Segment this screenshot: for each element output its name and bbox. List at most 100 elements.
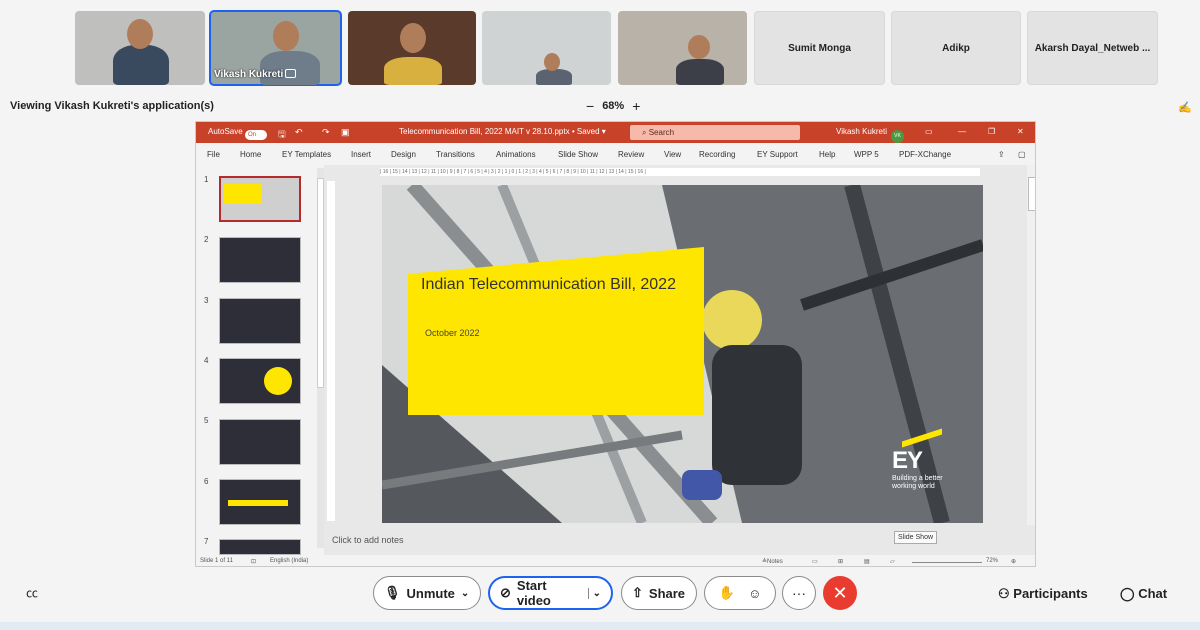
menu-insert[interactable]: Insert (351, 150, 371, 159)
menu-wpp[interactable]: WPP 5 (854, 150, 879, 159)
participant-tile[interactable]: Adikp (891, 11, 1021, 85)
slide-thumbnail[interactable] (219, 298, 301, 344)
annotate-icon[interactable]: ✍ (1178, 101, 1192, 114)
vertical-ruler (327, 181, 335, 521)
participant-video-tile[interactable]: Vikash Kukreti (209, 10, 342, 86)
slideshow-view-icon[interactable]: ▱ (890, 558, 895, 565)
notes-toggle[interactable]: ≜Notes (762, 558, 783, 565)
undo-icon[interactable]: ↶ (295, 127, 303, 138)
unmute-button[interactable]: 🎙 Unmute ⌄ (373, 576, 481, 610)
thumb-yellow-circle (264, 367, 292, 395)
slide-scrollbar[interactable] (1027, 165, 1035, 525)
slide-canvas[interactable]: Indian Telecommunication Bill, 2022 Octo… (382, 185, 983, 523)
minimize-icon[interactable]: — (958, 127, 966, 136)
end-call-button[interactable]: ✕ (823, 576, 857, 610)
mic-muted-icon: 🎙 (384, 585, 401, 600)
ribbon-display-icon[interactable]: ▭ (925, 127, 933, 136)
thumb-yellow-block (224, 184, 262, 204)
participant-figure (676, 59, 724, 85)
viewing-label: Viewing Vikash Kukreti's application(s) (10, 100, 214, 112)
participant-figure (384, 57, 442, 85)
normal-view-icon[interactable]: ▭ (812, 558, 818, 565)
menu-help[interactable]: Help (819, 150, 835, 159)
participant-head (544, 53, 560, 71)
slide-thumbnail[interactable] (219, 358, 301, 404)
menu-review[interactable]: Review (618, 150, 644, 159)
close-icon: ✕ (832, 582, 848, 603)
participant-name: Vikash Kukreti (214, 69, 297, 80)
zoom-percent: 72% (986, 558, 999, 564)
menu-transitions[interactable]: Transitions (436, 150, 475, 159)
notes-field[interactable]: Click to add notes (332, 535, 404, 545)
thumbnail-scrollbar[interactable] (317, 168, 324, 548)
chevron-down-icon[interactable]: ⌄ (461, 588, 469, 599)
user-avatar[interactable]: VK (891, 130, 904, 143)
raise-hand-icon[interactable]: ✋ (719, 585, 735, 601)
menu-design[interactable]: Design (391, 150, 416, 159)
zoom-out-button[interactable]: − (586, 99, 594, 113)
share-icon[interactable]: ⇪ (998, 150, 1005, 159)
save-icon[interactable]: 🖫 (278, 127, 286, 143)
menu-animations[interactable]: Animations (496, 150, 536, 159)
start-video-button[interactable]: ⊘ Start video ⌄ (488, 576, 613, 610)
menu-ey-support[interactable]: EY Support (757, 150, 798, 159)
menu-home[interactable]: Home (240, 150, 261, 159)
zoom-level: 68% (602, 100, 625, 112)
restore-icon[interactable]: ❐ (988, 127, 995, 136)
slide-thumbnail[interactable] (219, 176, 301, 222)
participant-video-tile[interactable] (75, 11, 205, 85)
redo-icon[interactable]: ↷ (322, 127, 330, 138)
more-options-button[interactable]: ··· (782, 576, 816, 610)
video-off-icon: ⊘ (500, 585, 511, 600)
slide-date: October 2022 (425, 328, 480, 338)
participant-video-tile[interactable] (482, 11, 611, 85)
comments-icon[interactable]: ▢ (1018, 150, 1026, 159)
thumb-number: 4 (204, 356, 209, 365)
participant-head (400, 23, 426, 53)
slide-thumbnail[interactable] (219, 479, 301, 525)
reading-view-icon[interactable]: ▤ (864, 558, 870, 565)
accessibility-icon[interactable]: ⊡ (251, 558, 256, 565)
slide-editor: | 16 | 15 | 14 | 13 | 12 | 11 | 10 | 9 |… (324, 165, 1035, 555)
participant-tile[interactable]: Sumit Monga (754, 11, 885, 85)
ppt-search-box[interactable]: ⌕ Search (630, 125, 800, 140)
slide-thumbnail-pane: 1 2 3 4 5 6 7 (196, 165, 324, 555)
participants-button[interactable]: ⚇ Participants (998, 586, 1088, 602)
slide-thumbnail[interactable] (219, 419, 301, 465)
participant-tile[interactable]: Akarsh Dayal_Netweb ... (1027, 11, 1158, 85)
reactions-icon[interactable]: ☺ (748, 586, 761, 601)
horizontal-ruler: | 16 | 15 | 14 | 13 | 12 | 11 | 10 | 9 |… (380, 168, 980, 176)
chevron-down-icon[interactable]: ⌄ (587, 587, 601, 599)
close-icon[interactable]: ✕ (1017, 127, 1024, 136)
share-button[interactable]: ⇧ Share (621, 576, 697, 610)
share-label: Share (648, 585, 686, 601)
menu-pdf-xchange[interactable]: PDF-XChange (899, 150, 951, 159)
thumb-number: 1 (204, 175, 209, 184)
ppt-title-bar: AutoSave On 🖫 ↶ ↷ ▣ Telecommunication Bi… (196, 122, 1035, 143)
ey-logo: EY Building a better working world (892, 447, 956, 491)
slide-thumbnail[interactable] (219, 237, 301, 283)
menu-view[interactable]: View (664, 150, 681, 159)
fit-slide-icon[interactable]: ⊕ (1011, 558, 1016, 565)
participant-video-tile[interactable] (348, 11, 476, 85)
zoom-in-button[interactable]: + (632, 99, 640, 113)
slide-thumbnail[interactable] (219, 539, 301, 555)
participant-figure (536, 69, 572, 85)
captions-icon[interactable]: ㏄ (18, 578, 46, 606)
participant-strip: Vikash Kukreti Sumit Monga Adikp Akarsh … (0, 10, 1200, 87)
zoom-slider[interactable] (912, 562, 982, 563)
chat-button[interactable]: ◯ Chat (1120, 586, 1167, 602)
language-status[interactable]: English (India) (270, 558, 308, 564)
participant-video-tile[interactable] (618, 11, 747, 85)
menu-slide-show[interactable]: Slide Show (558, 150, 598, 159)
thumb-number: 3 (204, 296, 209, 305)
ppt-ribbon-tabs: File Home EY Templates Insert Design Tra… (196, 143, 1035, 165)
sorter-view-icon[interactable]: ⊞ (838, 558, 843, 565)
participant-figure (113, 45, 169, 85)
autosave-toggle[interactable]: AutoSave On (208, 127, 267, 140)
present-icon[interactable]: ▣ (341, 127, 350, 138)
ppt-user-name: Vikash Kukreti VK (836, 127, 904, 143)
menu-recording[interactable]: Recording (699, 150, 735, 159)
menu-ey-templates[interactable]: EY Templates (282, 150, 331, 159)
menu-file[interactable]: File (207, 150, 220, 159)
